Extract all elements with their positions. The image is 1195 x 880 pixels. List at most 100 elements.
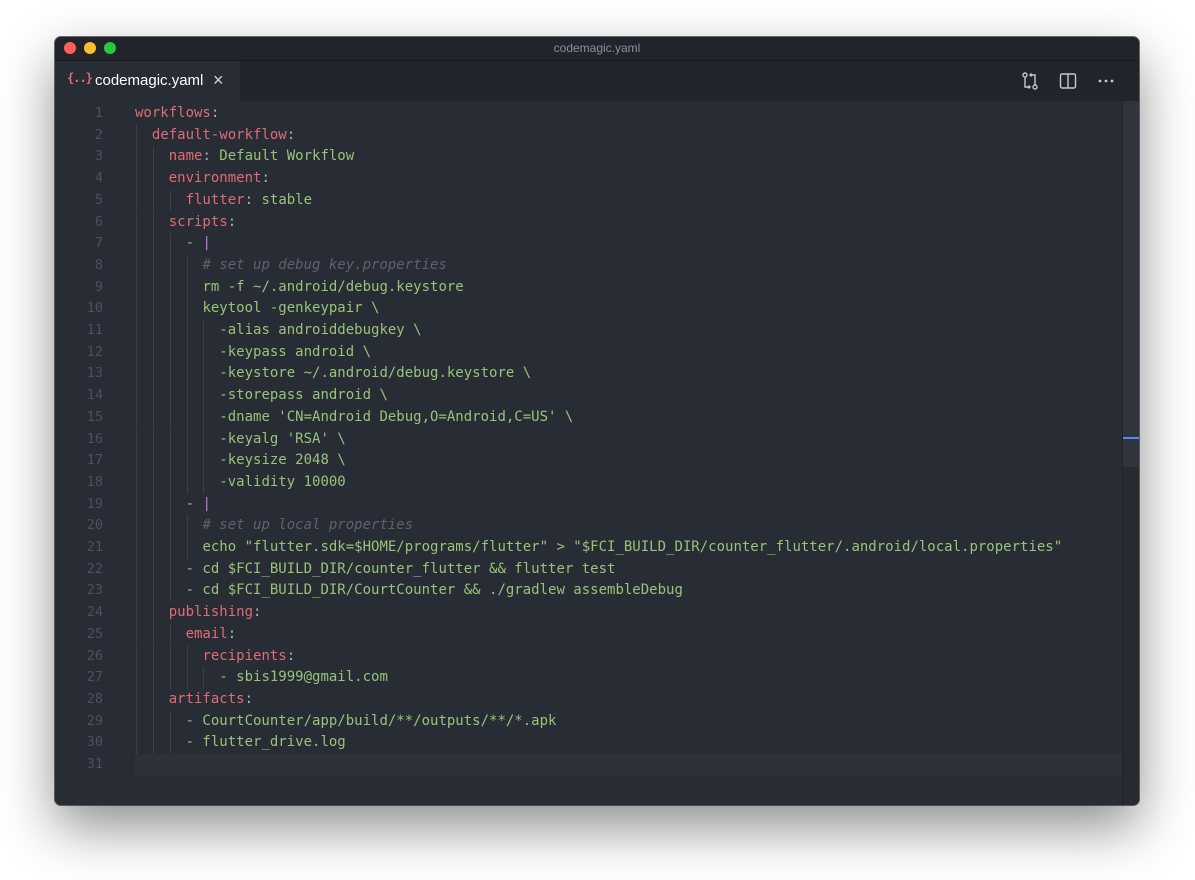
indent-guide <box>169 298 171 320</box>
indent-guide <box>136 168 137 190</box>
code-line: scripts: <box>135 212 236 234</box>
indent-guide <box>136 558 137 581</box>
indent-guide <box>169 341 171 364</box>
block-scalar-indicator: | <box>202 495 211 512</box>
yaml-key: scripts <box>168 213 228 230</box>
indent-guide <box>152 732 154 754</box>
indent-guide <box>203 363 205 386</box>
yaml-value: - <box>185 235 203 252</box>
indent-guide <box>152 515 154 537</box>
code-editor[interactable]: 1 2 3 4 5 6 7 8 9 10 11 12 13 14 15 16 17 18 19 20 21 22 23 24 2… <box>55 101 1139 805</box>
indent-guide <box>152 471 154 494</box>
code-line: # set up local properties <box>135 515 413 537</box>
indent-guide <box>203 320 205 342</box>
yaml-value: echo "flutter.sdk=$HOME/programs/flutter… <box>202 539 1063 555</box>
yaml-key: default-workflow <box>151 126 287 143</box>
yaml-value: -keypass android \ <box>219 343 372 360</box>
indent-guide <box>136 189 137 212</box>
line-number: 27 <box>86 669 103 686</box>
line-number: 8 <box>94 256 103 273</box>
indent-guide <box>136 276 137 299</box>
block-scalar-indicator: | <box>202 235 211 252</box>
yaml-colon: : <box>244 690 254 707</box>
yaml-key: workflows <box>135 105 211 121</box>
code-line: - cd $FCI_BUILD_DIR/CourtCounter && ./gr… <box>135 580 683 602</box>
more-actions-icon[interactable] <box>1095 70 1117 92</box>
vertical-scrollbar[interactable] <box>1122 101 1139 805</box>
indent-guide <box>169 428 171 451</box>
indent-guide <box>152 385 154 407</box>
indent-guide <box>169 471 171 494</box>
indent-guide <box>169 667 171 689</box>
yaml-value: -validity 10000 <box>219 473 346 490</box>
close-icon[interactable]: × <box>213 70 224 90</box>
line-number-gutter: 1 2 3 4 5 6 7 8 9 10 11 12 13 14 15 16 17 18 19 20 21 22 23 24 2… <box>55 101 115 805</box>
indent-guide <box>203 406 205 429</box>
code-line: -dname 'CN=Android Debug,O=Android,C=US'… <box>135 407 573 429</box>
indent-guide <box>136 688 137 711</box>
indent-guide <box>169 276 171 299</box>
line-number: 3 <box>94 148 103 165</box>
indent-guide <box>152 146 154 169</box>
line-number: 6 <box>94 213 103 230</box>
indent-guide <box>169 537 171 559</box>
indent-guide <box>169 580 171 603</box>
yaml-value: rm -f ~/.android/debug.keystore <box>202 278 464 295</box>
yaml-value: -dname 'CN=Android Debug,O=Android,C=US'… <box>219 408 574 425</box>
line-number: 26 <box>86 647 103 664</box>
indent-guide <box>136 493 137 516</box>
yaml-colon: : <box>286 647 296 664</box>
indent-guide <box>136 146 137 169</box>
line-number: 9 <box>94 278 103 295</box>
yaml-value: -storepass android \ <box>219 387 388 404</box>
git-compare-icon[interactable] <box>1019 70 1041 92</box>
yaml-comment: # set up debug key.properties <box>202 256 447 273</box>
indent-guide <box>186 667 188 689</box>
indent-guide <box>169 363 171 386</box>
indent-guide <box>169 385 171 407</box>
code-area[interactable]: workflows: default-workflow: name: Defau… <box>135 101 1123 805</box>
yaml-colon: : <box>202 148 211 165</box>
indent-guide <box>136 732 137 754</box>
indent-guide <box>152 580 154 603</box>
code-line: rm -f ~/.android/debug.keystore <box>135 277 464 299</box>
indent-guide <box>136 363 137 386</box>
code-line: -validity 10000 <box>135 472 346 494</box>
indent-guide <box>152 710 154 733</box>
indent-guide <box>169 189 171 212</box>
indent-guide <box>169 406 171 429</box>
code-line: -storepass android \ <box>135 385 388 407</box>
line-number: 25 <box>86 625 103 642</box>
line-number: 24 <box>86 604 103 621</box>
line-number: 10 <box>86 300 103 317</box>
split-editor-icon[interactable] <box>1057 70 1079 92</box>
code-line: -alias androiddebugkey \ <box>135 320 421 342</box>
scrollbar-thumb[interactable] <box>1123 101 1139 467</box>
indent-guide <box>169 515 171 537</box>
indent-guide <box>136 254 137 277</box>
indent-guide <box>152 254 154 277</box>
indent-guide <box>203 341 205 364</box>
line-number: 21 <box>86 539 103 555</box>
indent-guide <box>136 298 137 320</box>
yaml-value: - flutter_drive.log <box>185 734 346 751</box>
indent-guide <box>203 667 205 689</box>
indent-guide <box>136 233 137 255</box>
indent-guide <box>186 471 188 494</box>
indent-guide <box>169 233 171 255</box>
code-line: - flutter_drive.log <box>135 732 346 754</box>
line-number: 5 <box>94 191 103 208</box>
yaml-key: email <box>185 625 228 642</box>
indent-guide <box>136 667 137 689</box>
tab-codemagic-yaml[interactable]: {..} codemagic.yaml × <box>55 61 240 101</box>
